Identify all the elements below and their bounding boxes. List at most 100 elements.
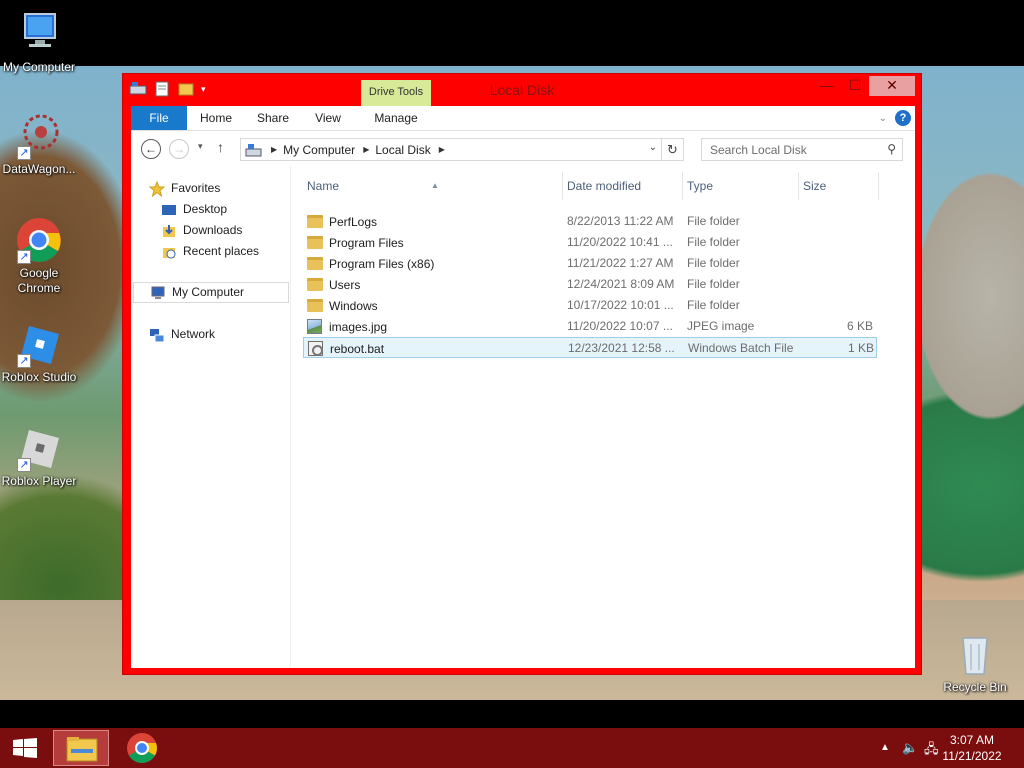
file-date: 12/23/2021 12:58 ... bbox=[568, 341, 675, 355]
folder-icon bbox=[307, 257, 323, 270]
volume-icon[interactable]: 🔈 bbox=[902, 740, 918, 756]
forward-button[interactable]: → bbox=[169, 139, 189, 159]
tab-view[interactable]: View bbox=[305, 106, 351, 130]
file-name-cell: Users bbox=[307, 274, 559, 295]
column-header-size[interactable]: Size bbox=[799, 172, 879, 200]
search-icon[interactable]: ⚲ bbox=[887, 142, 896, 156]
desktop-icon-datawagon[interactable]: ↗ DataWagon... bbox=[0, 112, 78, 177]
taskbar-file-explorer-button[interactable] bbox=[53, 730, 109, 766]
window-controls: — ☐ ✕ bbox=[813, 76, 915, 96]
table-row[interactable]: Users 12/24/2021 8:09 AM File folder bbox=[303, 274, 877, 295]
help-icon[interactable]: ? bbox=[895, 110, 911, 126]
show-hidden-icons-chevron-icon[interactable]: ▲ bbox=[880, 742, 890, 753]
datawagon-icon: ↗ bbox=[15, 112, 63, 160]
shortcut-arrow-icon: ↗ bbox=[17, 250, 31, 264]
breadcrumb-separator-icon: ▶ bbox=[271, 145, 278, 154]
expand-ribbon-chevron-icon[interactable]: ⌄ bbox=[879, 113, 887, 124]
file-size: 1 KB bbox=[847, 341, 874, 355]
file-date: 11/21/2022 1:27 AM bbox=[567, 256, 674, 270]
sort-ascending-icon: ▲ bbox=[431, 181, 439, 190]
file-type: JPEG image bbox=[687, 319, 755, 333]
file-name-cell: images.jpg bbox=[307, 316, 559, 337]
clock[interactable]: 3:07 AM 11/21/2022 bbox=[932, 732, 1012, 764]
desktop-icon-label: DataWagon... bbox=[2, 162, 76, 176]
desktop-icon-label: Roblox Studio bbox=[1, 370, 77, 384]
folder-icon bbox=[307, 299, 323, 312]
desktop-icon-my-computer[interactable]: My Computer bbox=[0, 10, 78, 75]
column-header-date-modified[interactable]: Date modified bbox=[563, 172, 683, 200]
ribbon-right-controls: ⌄ ? bbox=[879, 110, 911, 126]
file-name: images.jpg bbox=[329, 319, 388, 334]
taskbar-chrome-button[interactable] bbox=[114, 730, 170, 766]
roblox-studio-icon: ↗ bbox=[15, 320, 63, 368]
nav-downloads[interactable]: Downloads bbox=[161, 220, 242, 241]
table-row-selected[interactable]: reboot.bat 12/23/2021 12:58 ... Windows … bbox=[303, 337, 877, 358]
file-name: Program Files bbox=[329, 235, 404, 250]
batch-file-icon bbox=[308, 341, 323, 356]
column-header-label: Name bbox=[307, 179, 340, 193]
column-header-name[interactable]: Name ▲ bbox=[303, 172, 563, 200]
table-row[interactable]: Program Files 11/20/2022 10:41 ... File … bbox=[303, 232, 877, 253]
title-bar[interactable]: ▾ Drive Tools Local Disk — ☐ ✕ bbox=[123, 74, 921, 107]
taskbar: ▲ 🔈 🖧 3:07 AM 11/21/2022 bbox=[0, 728, 1024, 768]
file-name: Windows bbox=[329, 298, 378, 313]
up-arrow-icon[interactable]: ↑ bbox=[217, 139, 224, 155]
start-button[interactable] bbox=[0, 728, 50, 768]
nav-item-label: Favorites bbox=[171, 181, 221, 195]
explorer-window[interactable]: ▾ Drive Tools Local Disk — ☐ ✕ File Home… bbox=[122, 73, 922, 675]
breadcrumb-local-disk[interactable]: Local Disk bbox=[375, 143, 430, 157]
address-dropdown-chevron-icon[interactable]: ⌄ bbox=[649, 142, 657, 153]
desktop-icon-recycle-bin[interactable]: Recycle Bin bbox=[936, 630, 1014, 695]
file-name-cell: reboot.bat bbox=[308, 338, 560, 359]
desktop: My Computer ↗ DataWagon... ↗ Google Chro… bbox=[0, 0, 1024, 728]
address-box[interactable]: ▶ My Computer ▶ Local Disk ▶ ⌄ ↻ bbox=[240, 138, 684, 161]
file-list: Name ▲ Date modified Type Size PerfLogs … bbox=[303, 166, 915, 668]
desktop-icon-label: Google Chrome bbox=[17, 266, 61, 295]
file-name-cell: Program Files bbox=[307, 232, 559, 253]
shortcut-arrow-icon: ↗ bbox=[17, 146, 31, 160]
desktop-icon-roblox-studio[interactable]: ↗ Roblox Studio bbox=[0, 320, 78, 385]
maximize-button[interactable]: ☐ bbox=[841, 76, 869, 96]
column-header-type[interactable]: Type bbox=[683, 172, 799, 200]
tab-file[interactable]: File bbox=[131, 106, 187, 130]
column-header-label: Date modified bbox=[567, 179, 642, 193]
minimize-button[interactable]: — bbox=[813, 76, 841, 96]
tab-share[interactable]: Share bbox=[247, 106, 299, 130]
breadcrumb-my-computer[interactable]: My Computer bbox=[283, 143, 355, 157]
computer-icon bbox=[150, 285, 166, 301]
clock-time: 3:07 AM bbox=[949, 733, 995, 747]
star-icon bbox=[148, 180, 166, 197]
close-button[interactable]: ✕ bbox=[869, 76, 915, 96]
refresh-icon[interactable]: ↻ bbox=[661, 139, 683, 160]
chrome-icon: ↗ bbox=[15, 216, 63, 264]
table-row[interactable]: PerfLogs 8/22/2013 11:22 AM File folder bbox=[303, 211, 877, 232]
desktop-icon-roblox-player[interactable]: ↗ Roblox Player bbox=[0, 424, 78, 489]
nav-desktop[interactable]: Desktop bbox=[161, 199, 227, 220]
file-explorer-icon bbox=[66, 737, 98, 762]
tab-home[interactable]: Home bbox=[191, 106, 241, 130]
nav-item-label: Downloads bbox=[183, 223, 243, 237]
file-size bbox=[803, 295, 873, 316]
file-date: 10/17/2022 10:01 ... bbox=[567, 298, 674, 312]
folder-icon bbox=[307, 215, 323, 228]
nav-item-label: Network bbox=[171, 327, 216, 341]
nav-network[interactable]: Network bbox=[149, 324, 215, 345]
table-row[interactable]: Windows 10/17/2022 10:01 ... File folder bbox=[303, 295, 877, 316]
back-button[interactable]: ← bbox=[141, 139, 161, 159]
computer-icon bbox=[15, 10, 63, 58]
recent-locations-chevron-icon[interactable]: ▾ bbox=[198, 141, 203, 152]
folder-icon bbox=[307, 236, 323, 249]
tab-manage[interactable]: Manage bbox=[361, 106, 431, 130]
nav-recent-places[interactable]: Recent places bbox=[161, 241, 259, 262]
table-row[interactable]: images.jpg 11/20/2022 10:07 ... JPEG ima… bbox=[303, 316, 877, 337]
desktop-icon-label: My Computer bbox=[2, 60, 76, 74]
nav-favorites[interactable]: Favorites bbox=[148, 178, 221, 199]
search-input[interactable] bbox=[702, 139, 872, 160]
nav-my-computer[interactable]: My Computer bbox=[133, 282, 289, 303]
image-file-icon bbox=[307, 319, 322, 334]
network-icon bbox=[149, 327, 165, 343]
navigation-pane: Favorites Desktop Downloads Recent place… bbox=[131, 166, 291, 668]
table-row[interactable]: Program Files (x86) 11/21/2022 1:27 AM F… bbox=[303, 253, 877, 274]
desktop-icon-google-chrome[interactable]: ↗ Google Chrome bbox=[0, 216, 78, 296]
chrome-icon bbox=[127, 733, 157, 764]
